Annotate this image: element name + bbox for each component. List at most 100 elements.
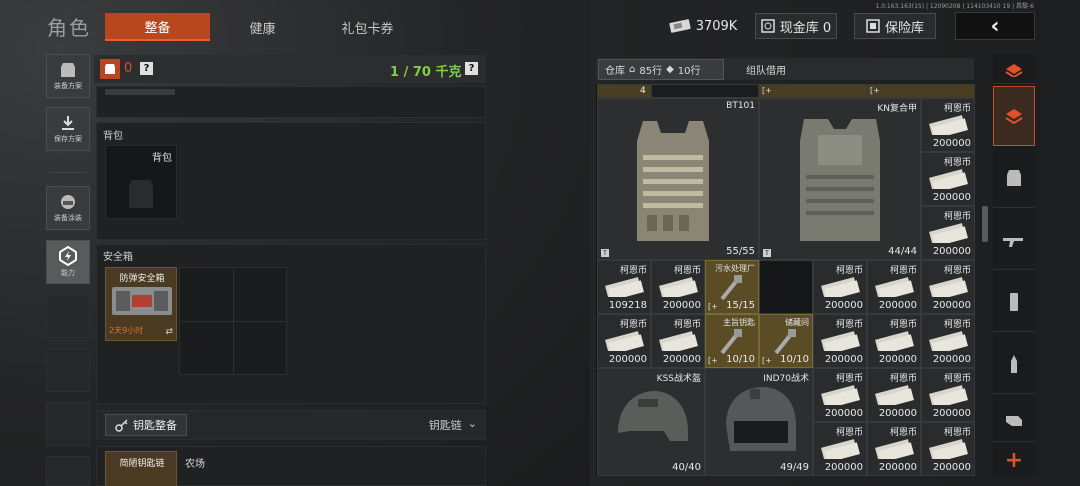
chevron-down-icon: ⌄ (467, 417, 477, 430)
item-key[interactable]: 主旨钥匙 [+ 10/10 (705, 314, 759, 368)
item-coin[interactable]: 柯恩币 200000 (651, 314, 705, 368)
item-coin[interactable]: 柯恩币 200000 (867, 368, 921, 422)
sidebar-item-loadout-plan[interactable]: 装备方案 (46, 54, 90, 98)
helmet-icon (61, 195, 75, 209)
item-coin[interactable]: 柯恩币 200000 (921, 206, 975, 260)
insurance-vault-button[interactable]: 保险库 (854, 13, 936, 39)
warehouse-scrollbar[interactable] (982, 206, 988, 242)
item-coin[interactable]: 柯恩币 200000 (921, 260, 975, 314)
item-amount: 200000 (662, 300, 701, 311)
sidebar-item-skin[interactable]: 装备涂装 (46, 186, 90, 230)
item-coin[interactable]: 柯恩币 200000 (597, 314, 651, 368)
tag-icon: T (763, 249, 771, 257)
partial-cell-value: 4 (640, 86, 646, 96)
item-coin[interactable]: 柯恩币 200000 (921, 98, 975, 152)
rifle-icon (1003, 237, 1023, 247)
item-coin[interactable]: 柯恩币 200000 (813, 260, 867, 314)
item-coin[interactable]: 柯恩币 200000 (921, 422, 975, 476)
item-coin[interactable]: 柯恩币 200000 (921, 368, 975, 422)
banknote-icon (821, 331, 860, 351)
swap-icon[interactable]: ⇄ (165, 327, 173, 337)
banknote-icon (929, 331, 968, 351)
back-button[interactable]: ‹ (955, 12, 1035, 40)
category-attachments[interactable] (993, 396, 1035, 442)
help-icon[interactable]: ? (140, 62, 153, 75)
sidebar-item-label: 装备方案 (54, 82, 82, 90)
chevron-left-icon: ‹ (990, 13, 1000, 39)
item-coin[interactable]: 柯恩币 200000 (867, 260, 921, 314)
key-item[interactable]: 简陋钥匙链 (105, 451, 177, 486)
item-durability: 55/55 (726, 246, 755, 257)
item-name: BT101 (726, 101, 755, 111)
item-coin[interactable]: 柯恩币 200000 (921, 314, 975, 368)
safebox-item[interactable]: 防弹安全箱 2天9小时 ⇄ (105, 267, 177, 341)
item-amount: 200000 (932, 246, 971, 257)
item-kn-armor[interactable]: KN复合甲 T 44/44 (759, 98, 921, 260)
keychain-label: 钥匙链 (428, 419, 462, 432)
item-key[interactable]: 污水处理厂 [+ 15/15 (705, 260, 759, 314)
weight-help-icon[interactable]: ? (465, 62, 478, 75)
item-coin[interactable]: 柯恩币 200000 (651, 260, 705, 314)
safe-icon (866, 19, 880, 33)
layers-icon (1005, 109, 1023, 125)
item-coin[interactable]: 柯恩币 200000 (813, 422, 867, 476)
helmet-icon (726, 387, 796, 451)
item-bt101[interactable]: BT101 T 55/55 (597, 98, 759, 260)
tab-loadout[interactable]: 整备 (105, 13, 210, 41)
equipment-panel-partial (96, 86, 486, 118)
grid-cell-partial[interactable]: [+ (867, 84, 975, 98)
safebox-grid (179, 267, 287, 375)
plus-icon: + (1004, 447, 1024, 473)
tab-health[interactable]: 健康 (210, 13, 315, 41)
item-amount: 200000 (932, 462, 971, 473)
item-ind70-helmet[interactable]: IND70战术 49/49 (705, 368, 813, 476)
category-weapons[interactable] (993, 210, 1035, 270)
keys-loadout-button[interactable]: 钥匙整备 (105, 414, 187, 436)
page-title: 角色 (47, 16, 91, 40)
category-armor[interactable] (993, 148, 1035, 208)
item-amount: 200000 (878, 408, 917, 419)
category-magazines[interactable] (993, 272, 1035, 332)
item-kss-helmet[interactable]: KSS战术盔 40/40 (597, 368, 705, 476)
vest-icon (1007, 169, 1021, 186)
category-ammo[interactable] (993, 334, 1035, 394)
sidebar-empty-slot (46, 294, 90, 338)
add-button[interactable]: + (993, 444, 1035, 476)
tag-icon: T (601, 249, 609, 257)
download-icon (62, 116, 74, 130)
item-coin[interactable]: 柯恩币 200000 (867, 314, 921, 368)
backpack-title: 背包 (103, 131, 123, 142)
sidebar-item-save-plan[interactable]: 保存方案 (46, 107, 90, 151)
sort-button[interactable] (993, 54, 1035, 84)
cash-vault-button[interactable]: 现金库 0 (755, 13, 837, 39)
item-amount: 200000 (824, 354, 863, 365)
warehouse-tag-rows: 10行 (677, 66, 701, 77)
grid-cell-empty[interactable] (759, 260, 813, 314)
item-amount: 200000 (824, 408, 863, 419)
item-coin[interactable]: 柯恩币 200000 (813, 368, 867, 422)
grid-cell-partial[interactable]: [+ (759, 84, 867, 98)
item-amount: 200000 (878, 354, 917, 365)
item-coin[interactable]: 柯恩币 200000 (813, 314, 867, 368)
grid-cell-partial[interactable] (651, 84, 759, 98)
sidebar-item-ability[interactable]: 能力 (46, 240, 90, 284)
keys-loadout-label: 钥匙整备 (133, 419, 177, 432)
key-icon (720, 329, 742, 355)
tab-warehouse[interactable]: 仓库 ⌂ 85行 ◆ 10行 (598, 59, 724, 80)
item-key[interactable]: 储藏间 [+ 10/10 (759, 314, 813, 368)
backpack-slot[interactable]: 背包 (105, 145, 177, 219)
tab-team-borrow[interactable]: 组队借用 (742, 59, 790, 80)
ammo-icon (1011, 354, 1017, 373)
banknote-icon (929, 385, 968, 405)
keychain-dropdown[interactable]: 钥匙链 ⌄ (429, 417, 477, 433)
item-coin[interactable]: 柯恩币 200000 (867, 422, 921, 476)
grid-cell-partial[interactable]: 4 (597, 84, 651, 98)
attachment-icon (1006, 415, 1022, 426)
item-coin[interactable]: 柯恩币 200000 (921, 152, 975, 206)
tab-gift-coupons[interactable]: 礼包卡券 (315, 13, 420, 41)
sidebar-item-label: 装备涂装 (54, 214, 82, 222)
item-coin[interactable]: 柯恩币 109218 (597, 260, 651, 314)
vest-icon (61, 63, 75, 77)
category-all[interactable] (993, 86, 1035, 146)
armor-icon (100, 59, 120, 79)
